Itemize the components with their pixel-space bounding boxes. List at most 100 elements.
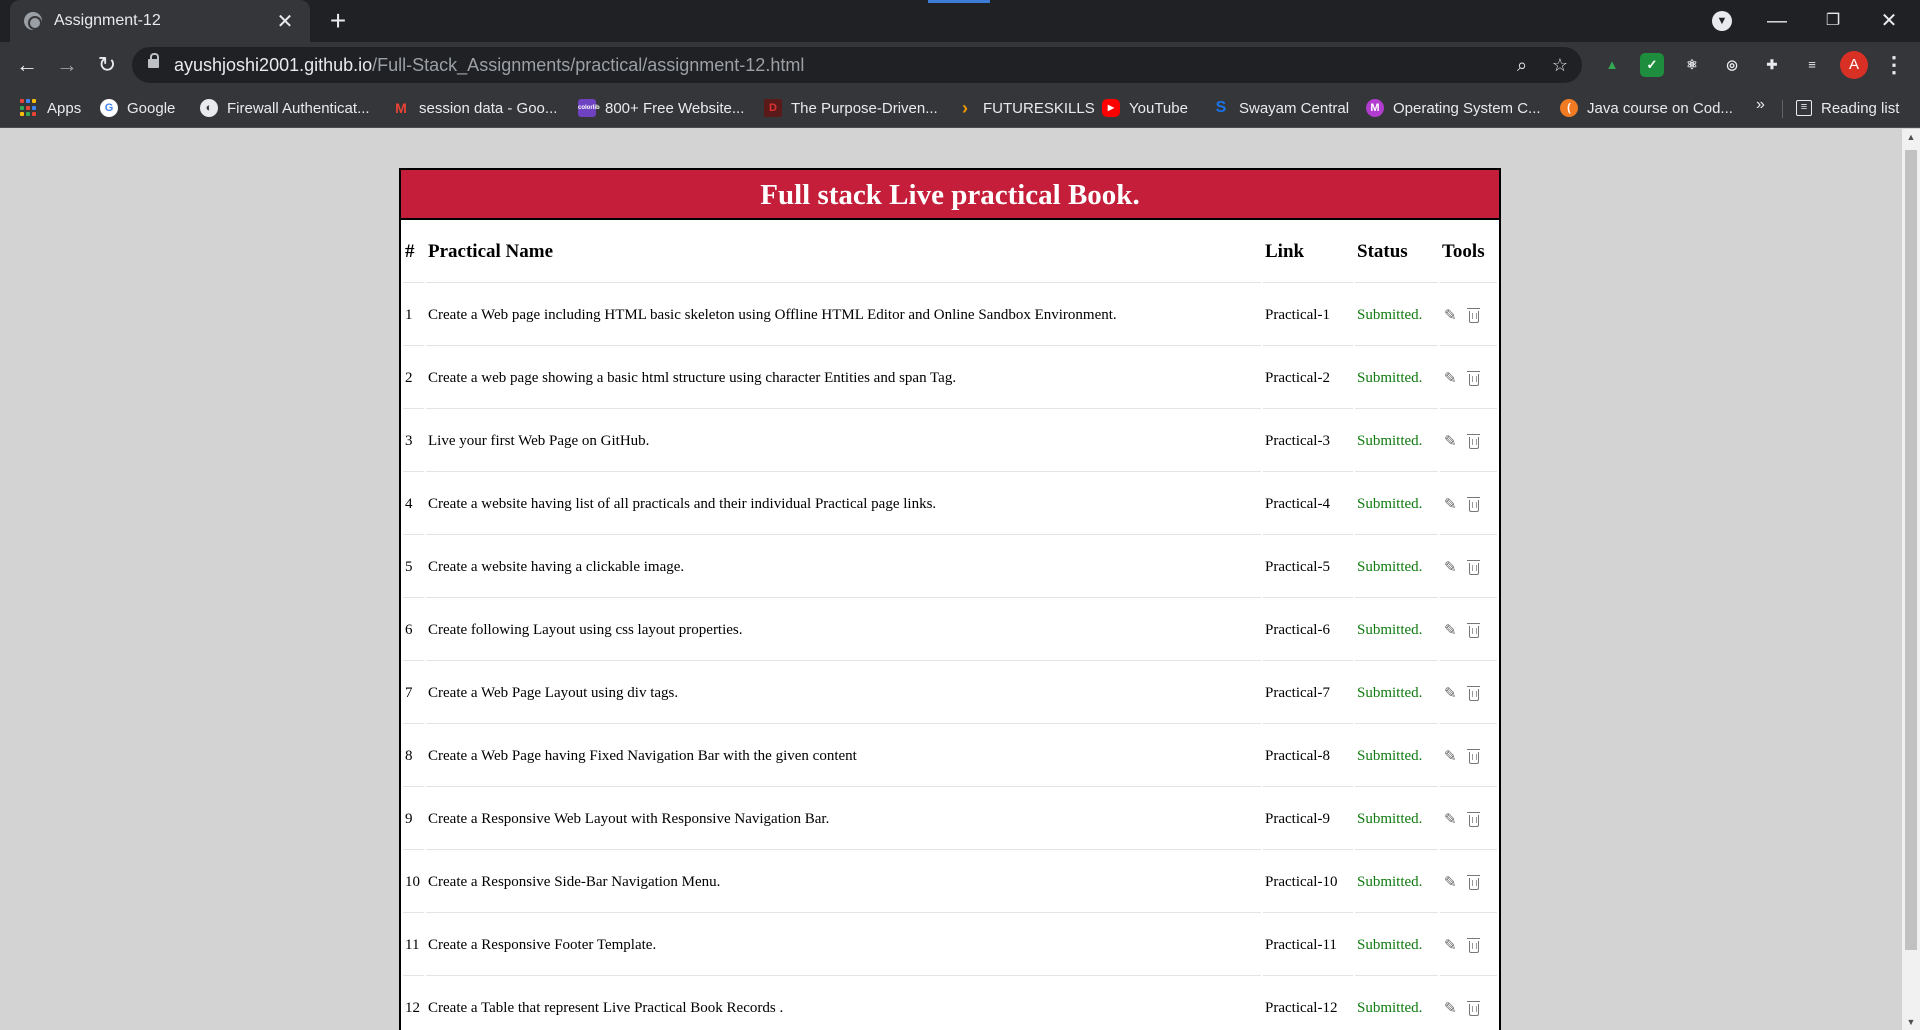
forward-button[interactable]: → — [50, 48, 84, 82]
table-row: 6 Create following Layout using css layou… — [403, 600, 1497, 661]
close-tab-icon[interactable]: ✕ — [274, 9, 296, 34]
shield-extension-icon[interactable]: ✓ — [1640, 53, 1664, 77]
browser-menu-icon[interactable]: ⋮ — [1882, 51, 1906, 79]
bookmark-futureskills[interactable]: › FUTURESKILLS — [956, 96, 1095, 120]
delete-trash-icon[interactable] — [1466, 496, 1480, 512]
edit-pencil-icon[interactable]: ✎ — [1444, 936, 1457, 955]
bookmark-session-data[interactable]: M session data - Goo... — [392, 96, 557, 120]
delete-trash-icon[interactable] — [1466, 622, 1480, 638]
edit-pencil-icon[interactable]: ✎ — [1444, 495, 1457, 514]
status-text: Submitted. — [1355, 726, 1438, 787]
tools-cell: ✎ — [1440, 915, 1497, 976]
page-scrollbar[interactable]: ▲ ▼ — [1902, 129, 1920, 1030]
delete-trash-icon[interactable] — [1466, 370, 1480, 386]
delete-trash-icon[interactable] — [1466, 937, 1480, 953]
bookmark-operating-system[interactable]: M Operating System C... — [1366, 96, 1541, 120]
tools-cell: ✎ — [1440, 474, 1497, 535]
google-icon: G — [100, 99, 118, 117]
minimize-button[interactable]: — — [1754, 4, 1800, 38]
status-text: Submitted. — [1355, 789, 1438, 850]
tools-cell: ✎ — [1440, 348, 1497, 409]
bookmark-google[interactable]: G Google — [100, 96, 175, 120]
edit-pencil-icon[interactable]: ✎ — [1444, 747, 1457, 766]
practical-link[interactable]: Practical-2 — [1263, 348, 1353, 409]
bookmark-star-icon[interactable]: ☆ — [1548, 53, 1572, 77]
edit-pencil-icon[interactable]: ✎ — [1444, 306, 1457, 325]
address-bar[interactable]: ayushjoshi2001.github.io/Full-Stack_Assi… — [132, 47, 1582, 83]
reading-list-button[interactable]: ≡ Reading list — [1796, 96, 1899, 120]
practical-link[interactable]: Practical-10 — [1263, 852, 1353, 913]
table-row: 4 Create a website having list of all pra… — [403, 474, 1497, 535]
delete-trash-icon[interactable] — [1466, 1000, 1480, 1016]
edit-pencil-icon[interactable]: ✎ — [1444, 621, 1457, 640]
media-control-icon[interactable]: ≡ — [1800, 53, 1824, 77]
delete-trash-icon[interactable] — [1466, 811, 1480, 827]
table-row: 3 Live your first Web Page on GitHub. Prac… — [403, 411, 1497, 472]
bookmark-youtube[interactable]: ▶ YouTube — [1102, 96, 1188, 120]
row-number: 6 — [403, 600, 424, 661]
extensions-puzzle-icon[interactable]: ✚ — [1760, 53, 1784, 77]
back-button[interactable]: ← — [10, 48, 44, 82]
google-drive-icon[interactable]: ▲ — [1600, 53, 1624, 77]
practical-name: Create a Table that represent Live Pract… — [426, 978, 1261, 1030]
scroll-up-arrow-icon[interactable]: ▲ — [1902, 129, 1920, 145]
tools-cell: ✎ — [1440, 789, 1497, 850]
url-text[interactable]: ayushjoshi2001.github.io/Full-Stack_Assi… — [174, 55, 804, 76]
delete-trash-icon[interactable] — [1466, 874, 1480, 890]
bookmark-purpose-driven[interactable]: D The Purpose-Driven... — [764, 96, 938, 120]
delete-trash-icon[interactable] — [1466, 559, 1480, 575]
status-text: Submitted. — [1355, 537, 1438, 598]
scrollbar-thumb[interactable] — [1905, 150, 1917, 950]
restore-button[interactable]: ❐ — [1810, 4, 1856, 38]
bookmark-apps[interactable]: Apps — [20, 96, 81, 120]
practical-link[interactable]: Practical-7 — [1263, 663, 1353, 724]
lock-icon[interactable] — [148, 53, 159, 68]
close-window-button[interactable]: ✕ — [1866, 4, 1912, 38]
edit-pencil-icon[interactable]: ✎ — [1444, 432, 1457, 451]
bookmark-firewall[interactable]: ◐ Firewall Authenticat... — [200, 96, 370, 120]
practical-link[interactable]: Practical-6 — [1263, 600, 1353, 661]
delete-trash-icon[interactable] — [1466, 748, 1480, 764]
row-number: 9 — [403, 789, 424, 850]
edit-pencil-icon[interactable]: ✎ — [1444, 369, 1457, 388]
tools-cell: ✎ — [1440, 978, 1497, 1030]
row-tools: ✎ — [1442, 810, 1495, 829]
practical-link[interactable]: Practical-12 — [1263, 978, 1353, 1030]
react-devtools-icon[interactable]: ⚛ — [1680, 53, 1704, 77]
practical-name: Create following Layout using css layout… — [426, 600, 1261, 661]
table-row: 8 Create a Web Page having Fixed Navigati… — [403, 726, 1497, 787]
practical-link[interactable]: Practical-3 — [1263, 411, 1353, 472]
edit-pencil-icon[interactable]: ✎ — [1444, 684, 1457, 703]
practical-link[interactable]: Practical-11 — [1263, 915, 1353, 976]
delete-trash-icon[interactable] — [1466, 685, 1480, 701]
practical-name: Create a Responsive Web Layout with Resp… — [426, 789, 1261, 850]
bookmark-free-website[interactable]: colorlib 800+ Free Website... — [578, 96, 744, 120]
bookmark-java-course[interactable]: ( Java course on Cod... — [1560, 96, 1733, 120]
tab-search-icon[interactable]: ▼ — [1712, 11, 1732, 31]
globe-icon: ◐ — [200, 99, 218, 117]
edit-pencil-icon[interactable]: ✎ — [1444, 558, 1457, 577]
reload-button[interactable]: ↻ — [90, 48, 124, 82]
edit-pencil-icon[interactable]: ✎ — [1444, 810, 1457, 829]
row-tools: ✎ — [1442, 495, 1495, 514]
table-header-row: # Practical Name Link Status Tools — [403, 222, 1497, 283]
edit-pencil-icon[interactable]: ✎ — [1444, 999, 1457, 1018]
practical-link[interactable]: Practical-4 — [1263, 474, 1353, 535]
table-row: 2 Create a web page showing a basic html … — [403, 348, 1497, 409]
delete-trash-icon[interactable] — [1466, 433, 1480, 449]
scroll-down-arrow-icon[interactable]: ▼ — [1902, 1014, 1920, 1030]
target-extension-icon[interactable]: ◎ — [1720, 53, 1744, 77]
practical-link[interactable]: Practical-9 — [1263, 789, 1353, 850]
bookmark-swayam[interactable]: S Swayam Central — [1212, 96, 1349, 120]
status-text: Submitted. — [1355, 600, 1438, 661]
more-bookmarks-button[interactable]: » — [1756, 96, 1765, 114]
practical-link[interactable]: Practical-1 — [1263, 285, 1353, 346]
edit-pencil-icon[interactable]: ✎ — [1444, 873, 1457, 892]
profile-avatar[interactable]: A — [1840, 51, 1868, 79]
practical-link[interactable]: Practical-5 — [1263, 537, 1353, 598]
delete-trash-icon[interactable] — [1466, 307, 1480, 323]
new-tab-button[interactable]: + — [322, 5, 354, 37]
zoom-icon[interactable]: ⌕ — [1510, 53, 1534, 77]
tab-assignment-12[interactable]: Assignment-12 ✕ — [10, 0, 310, 42]
practical-link[interactable]: Practical-8 — [1263, 726, 1353, 787]
